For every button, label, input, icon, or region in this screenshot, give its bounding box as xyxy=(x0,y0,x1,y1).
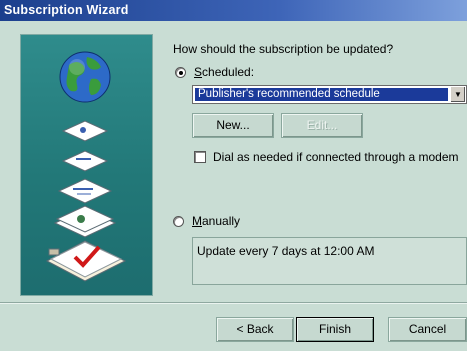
manually-label[interactable]: Manually xyxy=(192,214,240,228)
document-sheet-icon xyxy=(61,150,109,172)
cancel-button[interactable]: Cancel xyxy=(388,317,467,342)
finish-button-label: Finish xyxy=(318,322,351,336)
clipboard-checkmark-icon xyxy=(45,240,127,282)
back-button[interactable]: < Back xyxy=(216,317,294,342)
chevron-down-icon[interactable]: ▼ xyxy=(450,87,465,102)
title-bar: Subscription Wizard xyxy=(0,0,467,21)
edit-schedule-button[interactable]: Edit... xyxy=(281,113,363,138)
schedule-dropdown[interactable]: Publisher's recommended schedule ▼ xyxy=(192,85,467,104)
back-button-label: < Back xyxy=(236,322,274,336)
cancel-button-label: Cancel xyxy=(408,322,447,336)
manually-radio[interactable] xyxy=(173,216,184,227)
dial-modem-checkbox[interactable] xyxy=(194,151,206,163)
scheduled-label[interactable]: Scheduled: xyxy=(194,65,254,79)
new-button-label: New... xyxy=(216,118,250,132)
manually-label-rest: anually xyxy=(202,214,241,228)
finish-button[interactable]: Finish xyxy=(296,317,374,342)
document-sheet-icon xyxy=(57,178,113,204)
dial-modem-label[interactable]: Dial as needed if connected through a mo… xyxy=(213,150,459,164)
new-schedule-button[interactable]: New... xyxy=(192,113,274,138)
edit-button-label: Edit... xyxy=(306,118,338,132)
scheduled-radio[interactable] xyxy=(175,67,186,78)
scheduled-label-rest: cheduled: xyxy=(202,65,255,79)
manual-update-info: Update every 7 days at 12:00 AM xyxy=(192,237,467,285)
update-question: How should the subscription be updated? xyxy=(173,42,394,56)
window-title: Subscription Wizard xyxy=(4,3,129,17)
schedule-selected-value: Publisher's recommended schedule xyxy=(195,88,448,101)
wizard-illustration xyxy=(20,34,153,296)
footer-separator xyxy=(0,302,467,304)
document-sheet-icon xyxy=(53,205,117,238)
globe-icon xyxy=(59,51,111,103)
document-sheet-icon xyxy=(61,120,109,142)
manual-update-text: Update every 7 days at 12:00 AM xyxy=(197,244,375,258)
